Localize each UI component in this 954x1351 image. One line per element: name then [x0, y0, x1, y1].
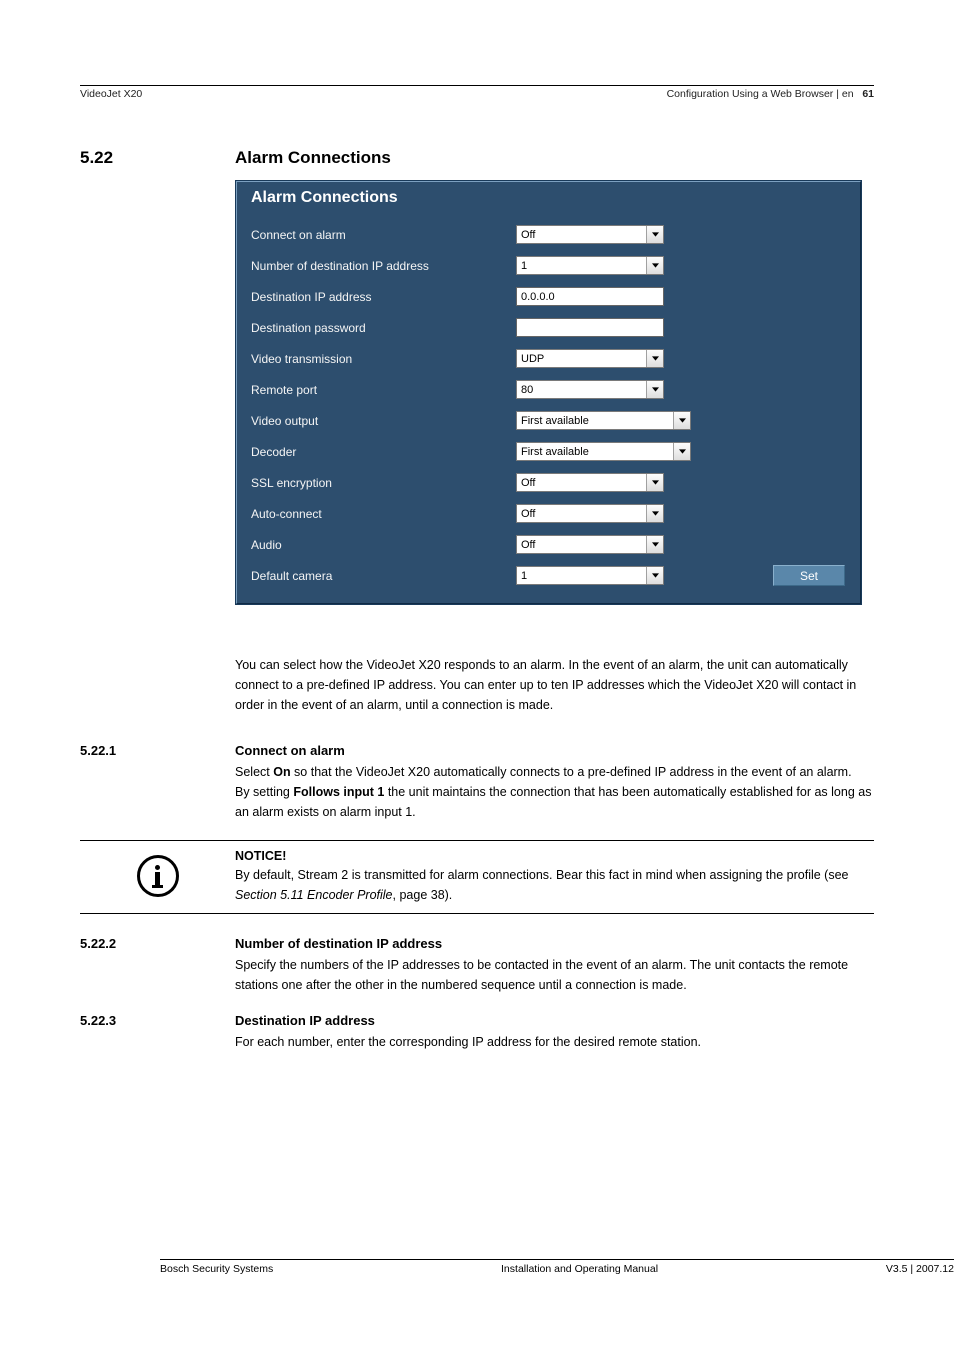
chevron-down-icon	[673, 443, 690, 460]
select-auto-connect[interactable]: Off	[516, 504, 664, 523]
header-breadcrumb: Configuration Using a Web Browser | en	[667, 88, 854, 100]
intro-paragraph: You can select how the VideoJet X20 resp…	[235, 655, 874, 715]
chevron-down-icon	[646, 381, 663, 398]
chevron-down-icon	[646, 226, 663, 243]
label-connect-on-alarm: Connect on alarm	[251, 228, 516, 242]
notice-box: NOTICE! By default, Stream 2 is transmit…	[80, 840, 874, 914]
footer-right: V3.5 | 2007.12	[886, 1263, 954, 1275]
select-value: First available	[521, 446, 589, 458]
notice-text: By default, Stream 2 is transmitted for …	[235, 868, 849, 901]
chevron-down-icon	[646, 257, 663, 274]
select-audio[interactable]: Off	[516, 535, 664, 554]
sub1-paragraph: Select On so that the VideoJet X20 autom…	[235, 762, 874, 822]
chevron-down-icon	[646, 536, 663, 553]
select-connect-on-alarm[interactable]: Off	[516, 225, 664, 244]
select-value: Off	[521, 508, 535, 520]
label-auto-connect: Auto-connect	[251, 507, 516, 521]
subsection-title: Number of destination IP address	[235, 936, 442, 951]
subsection-number: 5.22.2	[80, 936, 235, 951]
select-video-transmission[interactable]: UDP	[516, 349, 664, 368]
input-dest-ip[interactable]: 0.0.0.0	[516, 287, 664, 306]
label-remote-port: Remote port	[251, 383, 516, 397]
label-dest-ip: Destination IP address	[251, 290, 516, 304]
input-value: 0.0.0.0	[521, 291, 555, 303]
label-video-transmission: Video transmission	[251, 352, 516, 366]
select-remote-port[interactable]: 80	[516, 380, 664, 399]
select-value: First available	[521, 415, 589, 427]
page-footer: Bosch Security Systems Installation and …	[160, 1259, 954, 1275]
page-header: VideoJet X20 Configuration Using a Web B…	[80, 88, 874, 103]
input-dest-password[interactable]	[516, 318, 664, 337]
sub3-paragraph: For each number, enter the corresponding…	[235, 1032, 874, 1052]
set-button[interactable]: Set	[773, 565, 845, 586]
select-value: 1	[521, 570, 527, 582]
chevron-down-icon	[646, 350, 663, 367]
header-right: Configuration Using a Web Browser | en 6…	[667, 88, 874, 100]
label-default-camera: Default camera	[251, 569, 516, 583]
label-audio: Audio	[251, 538, 516, 552]
header-product: VideoJet X20	[80, 88, 142, 100]
select-ssl-encryption[interactable]: Off	[516, 473, 664, 492]
select-video-output[interactable]: First available	[516, 411, 691, 430]
chevron-down-icon	[646, 567, 663, 584]
footer-center: Installation and Operating Manual	[501, 1263, 658, 1275]
select-value: 1	[521, 260, 527, 272]
select-value: UDP	[521, 353, 544, 365]
label-dest-password: Destination password	[251, 321, 516, 335]
label-ssl-encryption: SSL encryption	[251, 476, 516, 490]
subsection-number: 5.22.3	[80, 1013, 235, 1028]
label-video-output: Video output	[251, 414, 516, 428]
chevron-down-icon	[673, 412, 690, 429]
section-title: Alarm Connections	[235, 148, 391, 168]
subsection-title: Destination IP address	[235, 1013, 375, 1028]
select-decoder[interactable]: First available	[516, 442, 691, 461]
select-default-camera[interactable]: 1	[516, 566, 664, 585]
select-value: Off	[521, 229, 535, 241]
panel-title: Alarm Connections	[251, 182, 844, 225]
info-icon	[137, 855, 179, 897]
sub2-paragraph: Specify the numbers of the IP addresses …	[235, 955, 874, 995]
notice-heading: NOTICE!	[235, 849, 286, 863]
subsection-number: 5.22.1	[80, 743, 235, 758]
header-rule	[80, 85, 874, 86]
select-number-dest-ip[interactable]: 1	[516, 256, 664, 275]
select-value: 80	[521, 384, 533, 396]
label-number-dest-ip: Number of destination IP address	[251, 259, 516, 273]
header-page-num: 61	[862, 88, 874, 100]
select-value: Off	[521, 477, 535, 489]
label-decoder: Decoder	[251, 445, 516, 459]
chevron-down-icon	[646, 474, 663, 491]
subsection-title: Connect on alarm	[235, 743, 345, 758]
section-number: 5.22	[80, 148, 235, 168]
alarm-connections-panel: Alarm Connections Connect on alarm Off N…	[235, 180, 862, 605]
select-value: Off	[521, 539, 535, 551]
footer-left: Bosch Security Systems	[160, 1263, 273, 1275]
chevron-down-icon	[646, 505, 663, 522]
